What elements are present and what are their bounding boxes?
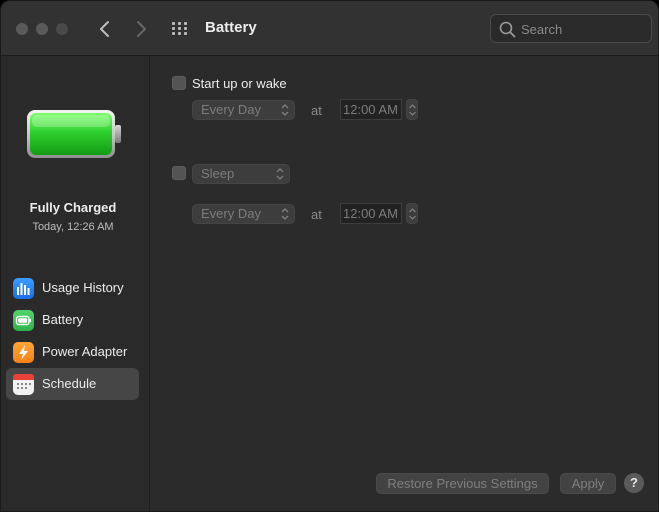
sidebar-item-label: Usage History (42, 280, 124, 295)
sidebar: Fully Charged Today, 12:26 AM Usage Hist… (1, 56, 150, 511)
chevron-right-icon (137, 21, 146, 37)
show-all-grid-icon[interactable] (172, 22, 189, 36)
schedule-pane: Start up or wake Every Day at 12:00 AM S… (151, 56, 658, 511)
startup-label: Start up or wake (192, 76, 287, 91)
updown-chevron-icon (409, 208, 416, 220)
startup-frequency-select[interactable]: Every Day (192, 100, 295, 120)
sidebar-item-label: Power Adapter (42, 344, 128, 359)
forward-button[interactable] (130, 17, 152, 41)
battery-status-time: Today, 12:26 AM (32, 221, 114, 233)
sleep-frequency-select[interactable]: Every Day (192, 204, 295, 224)
window-title: Battery (205, 19, 257, 36)
sleep-action-select[interactable]: Sleep (192, 164, 290, 184)
sleep-time-field[interactable]: 12:00 AM (340, 203, 402, 224)
startup-time-field[interactable]: 12:00 AM (340, 99, 402, 120)
updown-chevron-icon (409, 104, 416, 116)
updown-chevron-icon (281, 104, 289, 116)
help-button[interactable]: ? (624, 473, 644, 493)
chevron-left-icon (100, 21, 109, 37)
sidebar-item-battery[interactable]: Battery (6, 304, 139, 336)
updown-chevron-icon (281, 208, 289, 220)
sleep-time-stepper[interactable] (406, 203, 418, 224)
apply-button[interactable]: Apply (560, 473, 616, 494)
sidebar-item-label: Schedule (42, 376, 97, 391)
sleep-frequency-value: Every Day (201, 206, 261, 221)
sleep-time-value: 12:00 AM (343, 206, 398, 221)
updown-chevron-icon (276, 168, 284, 180)
battery-status: Fully Charged (29, 200, 117, 215)
search-field[interactable] (490, 14, 652, 43)
close-window-button[interactable] (16, 23, 28, 35)
bar-chart-icon (13, 278, 34, 299)
back-button[interactable] (94, 17, 116, 41)
battery-full-icon (27, 110, 121, 158)
battery-icon (13, 310, 34, 331)
toolbar: Battery (1, 1, 658, 56)
startup-time-stepper[interactable] (406, 99, 418, 120)
preferences-window: Battery Search Fully Charged Today, 12:2… (0, 0, 659, 512)
sidebar-item-usage-history[interactable]: Usage History (6, 272, 139, 304)
zoom-window-button[interactable] (56, 23, 68, 35)
startup-checkbox[interactable] (172, 76, 186, 90)
calendar-icon (13, 374, 34, 395)
search-input[interactable] (521, 20, 641, 38)
lightning-icon (13, 342, 34, 363)
startup-frequency-value: Every Day (201, 102, 261, 117)
minimize-window-button[interactable] (36, 23, 48, 35)
sleep-action-value: Sleep (201, 166, 235, 181)
sidebar-item-label: Battery (42, 312, 84, 327)
search-icon (499, 21, 516, 38)
startup-time-value: 12:00 AM (343, 102, 398, 117)
restore-previous-settings-button[interactable]: Restore Previous Settings (376, 473, 549, 494)
sidebar-item-schedule[interactable]: Schedule (6, 368, 139, 400)
sleep-checkbox[interactable] (172, 166, 186, 180)
sleep-at-label: at (311, 207, 322, 222)
sidebar-item-power-adapter[interactable]: Power Adapter (6, 336, 139, 368)
startup-at-label: at (311, 103, 322, 118)
